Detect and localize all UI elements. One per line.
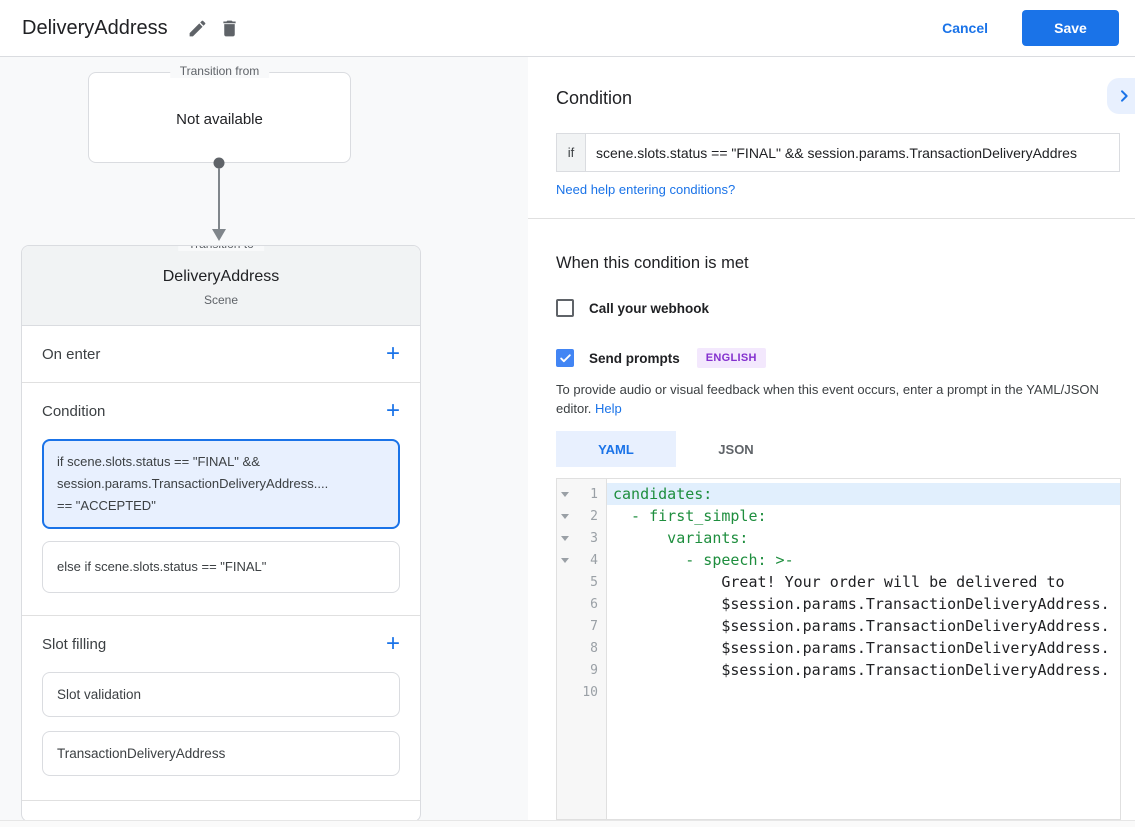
code-line: $session.params.TransactionDeliveryAddre… <box>607 659 1120 681</box>
webhook-checkbox[interactable] <box>556 299 574 317</box>
cancel-button[interactable]: Cancel <box>942 20 988 36</box>
code-line: - first_simple: <box>607 505 1120 527</box>
language-badge: ENGLISH <box>697 348 766 368</box>
helper-line2: editor. <box>556 401 591 416</box>
custom-intent-section-header: Custom intent handling + <box>22 801 420 822</box>
yaml-code-editor[interactable]: 1 2 3 4 5 6 7 8 9 10 candidates: - first… <box>556 478 1121 820</box>
on-enter-section: On enter + <box>22 326 420 382</box>
add-on-enter-button[interactable]: + <box>386 344 400 364</box>
line-number: 8 <box>573 641 606 656</box>
scene-type: Scene <box>22 293 420 307</box>
condition-help-link[interactable]: Need help entering conditions? <box>556 182 735 197</box>
condition-expression-input[interactable] <box>585 133 1120 172</box>
help-link[interactable]: Help <box>595 401 622 416</box>
trash-icon <box>219 18 240 39</box>
fold-toggle-icon[interactable] <box>557 492 573 497</box>
edit-scene-button[interactable] <box>182 12 214 44</box>
code-line: $session.params.TransactionDeliveryAddre… <box>607 615 1120 637</box>
send-prompts-label: Send prompts <box>589 351 680 366</box>
transition-arrow <box>207 157 231 249</box>
line-number: 3 <box>573 531 606 546</box>
slot-filling-section-header: Slot filling + <box>22 616 420 672</box>
tab-json[interactable]: JSON <box>676 431 796 467</box>
panel-divider <box>528 218 1135 219</box>
add-condition-button[interactable]: + <box>386 401 400 421</box>
condition-section-label: Condition <box>42 403 105 420</box>
scene-name: DeliveryAddress <box>22 268 420 286</box>
if-prefix: if <box>556 133 585 172</box>
condition-section-header: Condition + <box>22 383 420 439</box>
send-prompts-option-row: Send prompts ENGLISH <box>556 348 766 368</box>
fold-toggle-icon[interactable] <box>557 536 573 541</box>
horizontal-scrollbar-track[interactable] <box>0 820 1135 827</box>
scene-card-header: DeliveryAddress Scene <box>22 246 420 326</box>
spacing <box>22 605 420 615</box>
line-number: 6 <box>573 597 606 612</box>
code-line: - speech: >- <box>607 549 1120 571</box>
slot-card[interactable]: TransactionDeliveryAddress <box>42 731 400 776</box>
when-met-title: When this condition is met <box>556 254 749 273</box>
transition-to-label: Transition to <box>178 245 264 251</box>
fold-toggle-icon[interactable] <box>557 558 573 563</box>
line-number: 9 <box>573 663 606 678</box>
line-number: 2 <box>573 509 606 524</box>
transition-from-value: Not available <box>89 111 350 128</box>
transition-from-label: Transition from <box>170 64 270 78</box>
send-prompts-checkbox[interactable] <box>556 349 574 367</box>
delete-scene-button[interactable] <box>214 12 246 44</box>
transition-from-box: Transition from Not available <box>88 72 351 163</box>
condition-card-selected[interactable]: if scene.slots.status == "FINAL" && sess… <box>42 439 400 529</box>
line-number: 10 <box>573 685 606 700</box>
tab-yaml[interactable]: YAML <box>556 431 676 467</box>
code-line: candidates: <box>607 483 1120 505</box>
condition-card[interactable]: else if scene.slots.status == "FINAL" <box>42 541 400 593</box>
slot-validation-card[interactable]: Slot validation <box>42 672 400 717</box>
code-line: $session.params.TransactionDeliveryAddre… <box>607 637 1120 659</box>
add-slot-button[interactable]: + <box>386 634 400 654</box>
code-line: variants: <box>607 527 1120 549</box>
scene-diagram-panel: Transition from Not available Transition… <box>0 57 528 820</box>
collapse-panel-button[interactable] <box>1107 78 1135 114</box>
webhook-label: Call your webhook <box>589 301 709 316</box>
editor-format-tabs: YAML JSON <box>556 431 796 467</box>
transition-to-card: Transition to DeliveryAddress Scene On e… <box>21 245 421 822</box>
condition-panel-title: Condition <box>556 88 632 109</box>
condition-expression-row: if <box>556 133 1120 172</box>
code-line: Great! Your order will be delivered to <box>607 571 1120 593</box>
scene-editor-app: DeliveryAddress Cancel Save Transition f… <box>0 0 1135 827</box>
fold-toggle-icon[interactable] <box>557 514 573 519</box>
editor-code-area[interactable]: candidates: - first_simple: variants: - … <box>607 479 1120 819</box>
chevron-right-icon <box>1116 88 1132 104</box>
webhook-option-row: Call your webhook <box>556 299 709 317</box>
spacing <box>22 790 420 800</box>
condition-editor-panel: Condition if Need help entering conditio… <box>528 57 1135 820</box>
code-line <box>607 681 1120 703</box>
pencil-icon <box>187 18 208 39</box>
editor-gutter: 1 2 3 4 5 6 7 8 9 10 <box>557 479 607 819</box>
line-number: 1 <box>573 487 606 502</box>
line-number: 4 <box>573 553 606 568</box>
on-enter-label: On enter <box>42 346 100 363</box>
save-button[interactable]: Save <box>1022 10 1119 46</box>
checkmark-icon <box>559 352 572 365</box>
line-number: 7 <box>573 619 606 634</box>
slot-filling-label: Slot filling <box>42 636 106 653</box>
top-bar: DeliveryAddress Cancel Save <box>0 0 1135 57</box>
page-title: DeliveryAddress <box>22 17 168 40</box>
line-number: 5 <box>573 575 606 590</box>
prompts-helper-text: To provide audio or visual feedback when… <box>556 380 1121 418</box>
helper-line1: To provide audio or visual feedback when… <box>556 382 1099 397</box>
code-line: $session.params.TransactionDeliveryAddre… <box>607 593 1120 615</box>
